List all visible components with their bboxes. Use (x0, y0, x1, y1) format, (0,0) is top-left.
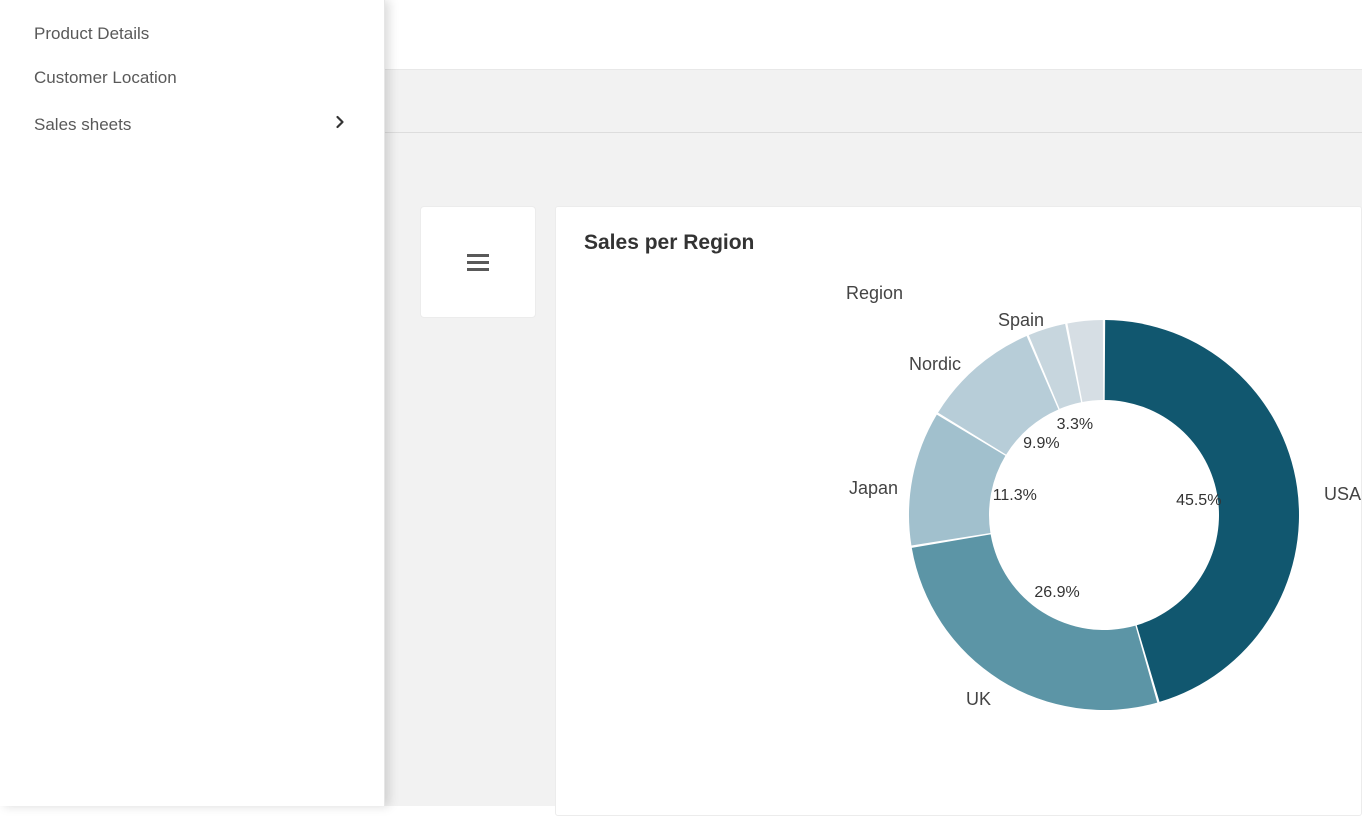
donut-pct-uk: 26.9% (1034, 584, 1079, 602)
chart-card-sales-per-region[interactable]: Sales per Region Region 45.5% USA 26.9% UK 1… (555, 206, 1362, 816)
donut-label-uk: UK (966, 689, 991, 710)
donut-label-nordic: Nordic (909, 354, 961, 375)
donut-pct-japan: 11.3% (993, 487, 1037, 505)
sidebar-item-sales-sheets[interactable]: Sales sheets (0, 100, 384, 149)
sidebar-panel: Product Details Customer Location Sales … (0, 0, 385, 806)
donut-label-japan: Japan (849, 478, 898, 499)
donut-chart: Region 45.5%USA26.9%UK11.3%Japan9.9%Nord… (584, 255, 1333, 725)
sidebar-list: Product Details Customer Location Sales … (0, 0, 384, 149)
menu-icon (467, 250, 489, 275)
hamburger-menu-card[interactable] (420, 206, 536, 318)
sidebar-item-product-details[interactable]: Product Details (0, 12, 384, 56)
sidebar-item-label: Customer Location (34, 68, 177, 88)
sidebar-item-label: Sales sheets (34, 115, 131, 135)
chevron-right-icon (330, 112, 350, 137)
sidebar-item-customer-location[interactable]: Customer Location (0, 56, 384, 100)
donut-label-spain: Spain (998, 310, 1044, 331)
sidebar-item-label: Product Details (34, 24, 149, 44)
chart-title: Sales per Region (584, 231, 1333, 255)
donut-pct-spain: 3.3% (1057, 416, 1093, 434)
donut-pct-nordic: 9.9% (1023, 435, 1059, 453)
donut-pct-usa: 45.5% (1176, 492, 1221, 510)
donut-slice-uk[interactable] (912, 534, 1157, 710)
donut-label-usa: USA (1324, 484, 1361, 505)
chart-legend-title: Region (846, 283, 1093, 304)
